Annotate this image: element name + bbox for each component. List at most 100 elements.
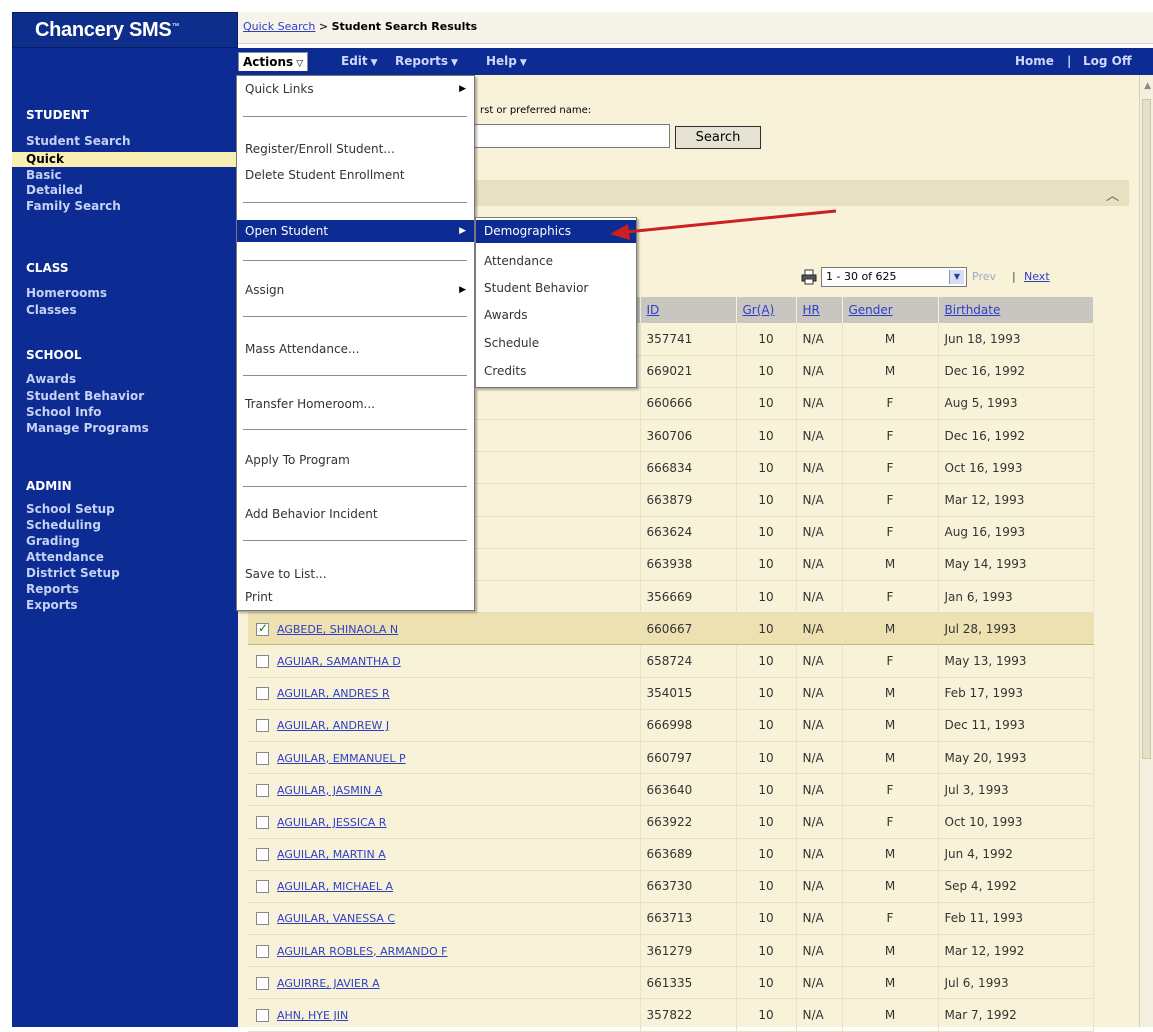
student-name-link[interactable]: AGUILAR ROBLES, ARMANDO F bbox=[277, 945, 447, 958]
row-checkbox[interactable] bbox=[256, 783, 269, 797]
search-input[interactable] bbox=[465, 124, 670, 148]
sort-homeroom-link[interactable]: HR bbox=[803, 303, 820, 317]
menu-help[interactable]: Help ▼ bbox=[482, 52, 531, 71]
search-button[interactable]: Search bbox=[675, 126, 761, 149]
row-checkbox[interactable] bbox=[256, 751, 269, 765]
table-row[interactable]: AGUILAR, ANDREW J 666998 10 N/A M Dec 11, 199… bbox=[248, 709, 1094, 742]
print-icon[interactable] bbox=[801, 269, 817, 285]
sidebar-item-family-search[interactable]: Family Search bbox=[12, 199, 238, 214]
sidebar-item-quick[interactable]: Quick bbox=[12, 152, 238, 167]
row-checkbox[interactable] bbox=[256, 912, 269, 926]
prev-page-link[interactable]: Prev bbox=[972, 270, 996, 283]
menu-item-mass-attendance[interactable]: Mass Attendance... bbox=[237, 338, 474, 360]
row-checkbox[interactable] bbox=[256, 880, 269, 894]
collapse-icon[interactable]: ︿ bbox=[1106, 185, 1119, 204]
breadcrumb-quick-search-link[interactable]: Quick Search bbox=[243, 20, 315, 33]
menu-item-open-student[interactable]: Open Student ▶ bbox=[237, 220, 474, 242]
student-name-link[interactable]: AGUILAR, EMMANUEL P bbox=[277, 752, 406, 765]
column-header-grade[interactable]: Gr(A) bbox=[736, 297, 797, 323]
menu-reports[interactable]: Reports ▼ bbox=[391, 52, 462, 71]
student-name-link[interactable]: AGUILAR, MARTIN A bbox=[277, 848, 386, 861]
student-name-link[interactable]: AGUILAR, VANESSA C bbox=[277, 912, 395, 925]
menu-item-register-enroll[interactable]: Register/Enroll Student... bbox=[237, 138, 474, 160]
student-name-link[interactable]: AGUILAR, ANDRES R bbox=[277, 687, 390, 700]
table-row[interactable]: AGUILAR, VANESSA C 663713 10 N/A F Feb 11, 19… bbox=[248, 902, 1094, 936]
menu-edit[interactable]: Edit ▼ bbox=[337, 52, 382, 71]
student-name-link[interactable]: AGUILAR, JESSICA R bbox=[277, 816, 386, 829]
submenu-item-schedule[interactable]: Schedule bbox=[476, 332, 636, 355]
student-name-link[interactable]: AHN, HYE JIN bbox=[277, 1009, 348, 1022]
menu-item-delete-enrollment[interactable]: Delete Student Enrollment bbox=[237, 164, 474, 186]
page-range-select[interactable]: 1 - 30 of 625 ▼ bbox=[821, 267, 967, 287]
table-row[interactable]: AHN, HYE JIN 357822 10 N/A M Mar 7, 1992 bbox=[248, 998, 1094, 1032]
column-header-id[interactable]: ID bbox=[640, 297, 737, 323]
column-header-gender[interactable]: Gender bbox=[842, 297, 939, 323]
column-header-homeroom[interactable]: HR bbox=[796, 297, 843, 323]
submenu-item-student-behavior[interactable]: Student Behavior bbox=[476, 277, 636, 300]
row-checkbox[interactable] bbox=[256, 621, 269, 636]
menu-item-add-behavior-incident[interactable]: Add Behavior Incident bbox=[237, 503, 474, 525]
sidebar-item-student-search[interactable]: Student Search bbox=[12, 134, 238, 149]
sort-gender-link[interactable]: Gender bbox=[849, 303, 893, 317]
sidebar-item-grading[interactable]: Grading bbox=[12, 534, 238, 549]
table-row[interactable]: AGUILAR, MARTIN A 663689 10 N/A M Jun 4, 1992 bbox=[248, 838, 1094, 871]
table-row[interactable]: AGUIRRE, JAVIER A 661335 10 N/A M Jul 6, 1993 bbox=[248, 966, 1094, 1000]
row-checkbox[interactable] bbox=[256, 944, 269, 958]
student-name-link[interactable]: AGUILAR, JASMIN A bbox=[277, 784, 382, 797]
sidebar-item-district-setup[interactable]: District Setup bbox=[12, 566, 238, 581]
sidebar-item-basic[interactable]: Basic bbox=[12, 168, 238, 183]
submenu-item-awards[interactable]: Awards bbox=[476, 304, 636, 327]
scrollbar-thumb[interactable] bbox=[1142, 99, 1151, 759]
table-row[interactable]: AGUILAR, EMMANUEL P 660797 10 N/A M May 20, 1… bbox=[248, 741, 1094, 775]
sidebar-item-school-info[interactable]: School Info bbox=[12, 405, 238, 420]
sidebar-item-detailed[interactable]: Detailed bbox=[12, 183, 238, 198]
sidebar-item-classes[interactable]: Classes bbox=[12, 303, 238, 318]
submenu-item-attendance[interactable]: Attendance bbox=[476, 250, 636, 273]
row-checkbox[interactable] bbox=[256, 848, 269, 862]
menu-item-transfer-homeroom[interactable]: Transfer Homeroom... bbox=[237, 393, 474, 415]
sidebar-item-student-behavior[interactable]: Student Behavior bbox=[12, 389, 238, 404]
student-name-link[interactable]: AGBEDE, SHINAOLA N bbox=[277, 623, 398, 636]
menu-item-save-to-list[interactable]: Save to List... bbox=[237, 563, 474, 585]
student-name-link[interactable]: AGUILAR, MICHAEL A bbox=[277, 880, 393, 893]
table-row[interactable]: AGBEDE, SHINAOLA N 66066710N/AMJul 28, 19… bbox=[248, 612, 1094, 646]
table-row[interactable]: AGUILAR, ANDRES R 354015 10 N/A M Feb 17, 199… bbox=[248, 677, 1094, 710]
student-name-link[interactable]: AGUILAR, ANDREW J bbox=[277, 719, 389, 732]
row-checkbox[interactable] bbox=[256, 719, 269, 733]
table-row[interactable]: AGUILAR, JASMIN A 663640 10 N/A F Jul 3, 1993 bbox=[248, 773, 1094, 807]
student-name-link[interactable]: AGUIAR, SAMANTHA D bbox=[277, 655, 401, 668]
menu-actions[interactable]: Actions ▽ bbox=[238, 52, 309, 71]
row-checkbox[interactable] bbox=[256, 1009, 269, 1023]
sidebar-item-homerooms[interactable]: Homerooms bbox=[12, 286, 238, 301]
menu-item-quick-links[interactable]: Quick Links ▶ bbox=[237, 78, 474, 100]
home-link[interactable]: Home bbox=[1011, 52, 1058, 71]
sort-birthdate-link[interactable]: Birthdate bbox=[945, 303, 1001, 317]
table-row[interactable]: AGUILAR, MICHAEL A 663730 10 N/A M Sep 4, 199… bbox=[248, 870, 1094, 903]
logoff-link[interactable]: Log Off bbox=[1079, 52, 1136, 71]
sidebar-item-reports[interactable]: Reports bbox=[12, 582, 238, 597]
menu-item-print[interactable]: Print bbox=[237, 586, 474, 608]
vertical-scrollbar[interactable]: ▲ bbox=[1139, 75, 1153, 1027]
scroll-up-arrow-icon[interactable]: ▲ bbox=[1144, 81, 1151, 91]
table-row[interactable]: AGUIAR, SAMANTHA D 658724 10 N/A F May 13, 19… bbox=[248, 644, 1094, 678]
menu-item-assign[interactable]: Assign ▶ bbox=[237, 279, 474, 301]
student-name-link[interactable]: AGUIRRE, JAVIER A bbox=[277, 977, 380, 990]
submenu-item-credits[interactable]: Credits bbox=[476, 360, 636, 383]
sort-grade-link[interactable]: Gr(A) bbox=[743, 303, 775, 317]
column-header-birthdate[interactable]: Birthdate bbox=[938, 297, 1094, 323]
sidebar-item-awards[interactable]: Awards bbox=[12, 372, 238, 387]
table-row[interactable]: AGUILAR ROBLES, ARMANDO F 361279 10 N/A M Mar… bbox=[248, 934, 1094, 968]
row-checkbox[interactable] bbox=[256, 687, 269, 701]
next-page-link[interactable]: Next bbox=[1024, 270, 1050, 283]
row-checkbox[interactable] bbox=[256, 654, 269, 668]
sidebar-item-attendance[interactable]: Attendance bbox=[12, 550, 238, 565]
sidebar-item-scheduling[interactable]: Scheduling bbox=[12, 518, 238, 533]
sidebar-item-school-setup[interactable]: School Setup bbox=[12, 502, 238, 517]
sort-id-link[interactable]: ID bbox=[647, 303, 660, 317]
row-checkbox[interactable] bbox=[256, 815, 269, 829]
sidebar-item-manage-programs[interactable]: Manage Programs bbox=[12, 421, 238, 436]
menu-item-apply-to-program[interactable]: Apply To Program bbox=[237, 449, 474, 471]
table-row[interactable]: AGUILAR, JESSICA R 663922 10 N/A F Oct 10, 19… bbox=[248, 805, 1094, 839]
sidebar-item-exports[interactable]: Exports bbox=[12, 598, 238, 613]
row-checkbox[interactable] bbox=[256, 976, 269, 990]
